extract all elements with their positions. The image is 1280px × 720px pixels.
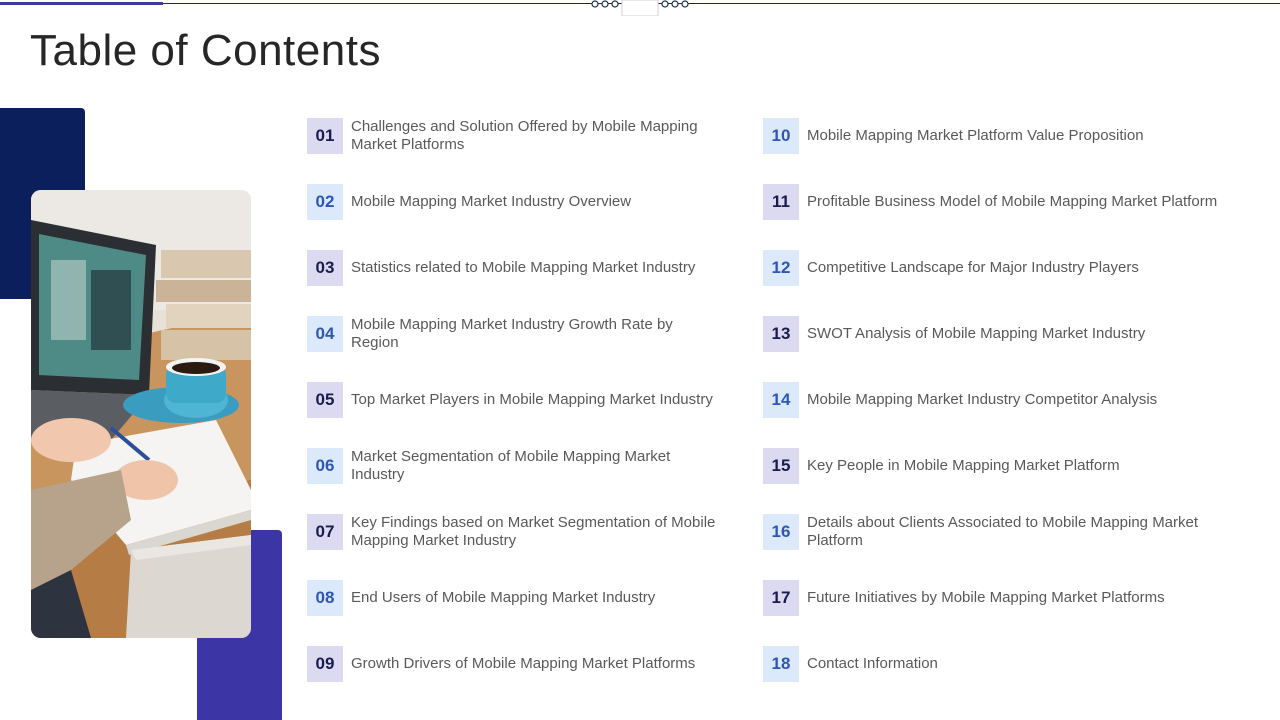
toc-item-02[interactable]: 02 Mobile Mapping Market Industry Overvie… xyxy=(307,184,737,220)
toc-item-label: Market Segmentation of Mobile Mapping Ma… xyxy=(351,448,671,483)
toc-item-number: 15 xyxy=(763,448,799,484)
toc-item-label: Mobile Mapping Market Platform Value Pro… xyxy=(807,127,1144,144)
toc-item-label: Mobile Mapping Market Industry Competito… xyxy=(807,391,1158,408)
laptop-desk-photo xyxy=(31,190,251,638)
toc-item-number: 12 xyxy=(763,250,799,286)
toc-item-label: Future Initiatives by Mobile Mapping Mar… xyxy=(807,589,1165,606)
toc-item-label: Key People in Mobile Mapping Market Plat… xyxy=(807,457,1120,474)
toc-item-17[interactable]: 17 Future Initiatives by Mobile Mapping M… xyxy=(763,580,1263,616)
toc-item-label: Key Findings based on Market Segmentatio… xyxy=(351,514,716,549)
toc-item-10[interactable]: 10 Mobile Mapping Market Platform Value P… xyxy=(763,118,1263,154)
toc-item-06[interactable]: 06 Market Segmentation of Mobile Mapping … xyxy=(307,448,737,484)
toc-item-05[interactable]: 05 Top Market Players in Mobile Mapping M… xyxy=(307,382,737,418)
toc-item-15[interactable]: 15 Key People in Mobile Mapping Market Pl… xyxy=(763,448,1263,484)
toc-item-number: 10 xyxy=(763,118,799,154)
toc-item-08[interactable]: 08 End Users of Mobile Mapping Market Ind… xyxy=(307,580,737,616)
toc-item-04[interactable]: 04 Mobile Mapping Market Industry Growth … xyxy=(307,316,737,352)
toc-item-12[interactable]: 12 Competitive Landscape for Major Indust… xyxy=(763,250,1263,286)
toc-item-number: 04 xyxy=(307,316,343,352)
toc-item-16[interactable]: 16 Details about Clients Associated to Mo… xyxy=(763,514,1263,550)
photo-illustration xyxy=(31,190,251,638)
top-chain-ornament-icon xyxy=(591,0,689,16)
toc-item-11[interactable]: 11 Profitable Business Model of Mobile Ma… xyxy=(763,184,1263,220)
toc-item-01[interactable]: 01 Challenges and Solution Offered by Mob… xyxy=(307,118,737,154)
toc-item-label: Competitive Landscape for Major Industry… xyxy=(807,259,1139,276)
toc-item-number: 16 xyxy=(763,514,799,550)
toc-item-number: 06 xyxy=(307,448,343,484)
toc-item-label: Contact Information xyxy=(807,655,938,672)
toc-item-number: 13 xyxy=(763,316,799,352)
toc-item-number: 11 xyxy=(763,184,799,220)
page-title: Table of Contents xyxy=(30,26,381,75)
toc-item-label: Growth Drivers of Mobile Mapping Market … xyxy=(351,655,696,672)
toc-item-label: Profitable Business Model of Mobile Mapp… xyxy=(807,193,1218,210)
toc-item-14[interactable]: 14 Mobile Mapping Market Industry Competi… xyxy=(763,382,1263,418)
toc-item-07[interactable]: 07 Key Findings based on Market Segmentat… xyxy=(307,514,737,550)
toc-item-number: 17 xyxy=(763,580,799,616)
toc-item-13[interactable]: 13 SWOT Analysis of Mobile Mapping Market… xyxy=(763,316,1263,352)
toc-item-18[interactable]: 18 Contact Information xyxy=(763,646,1263,682)
toc-item-label: Top Market Players in Mobile Mapping Mar… xyxy=(351,391,713,408)
toc-item-label: SWOT Analysis of Mobile Mapping Market I… xyxy=(807,325,1146,342)
toc-item-number: 01 xyxy=(307,118,343,154)
top-accent-bar xyxy=(0,2,163,5)
toc-item-number: 07 xyxy=(307,514,343,550)
toc-item-label: Mobile Mapping Market Industry Growth Ra… xyxy=(351,316,673,351)
toc-item-number: 14 xyxy=(763,382,799,418)
toc-item-number: 18 xyxy=(763,646,799,682)
toc-item-number: 09 xyxy=(307,646,343,682)
toc-item-number: 08 xyxy=(307,580,343,616)
toc-item-label: End Users of Mobile Mapping Market Indus… xyxy=(351,589,656,606)
toc-item-number: 03 xyxy=(307,250,343,286)
toc-item-09[interactable]: 09 Growth Drivers of Mobile Mapping Marke… xyxy=(307,646,737,682)
toc-item-number: 02 xyxy=(307,184,343,220)
toc-item-label: Mobile Mapping Market Industry Overview xyxy=(351,193,632,210)
toc-item-03[interactable]: 03 Statistics related to Mobile Mapping M… xyxy=(307,250,737,286)
toc-item-label: Challenges and Solution Offered by Mobil… xyxy=(351,118,698,153)
toc-item-label: Statistics related to Mobile Mapping Mar… xyxy=(351,259,696,276)
toc-item-number: 05 xyxy=(307,382,343,418)
toc-item-label: Details about Clients Associated to Mobi… xyxy=(807,514,1199,549)
